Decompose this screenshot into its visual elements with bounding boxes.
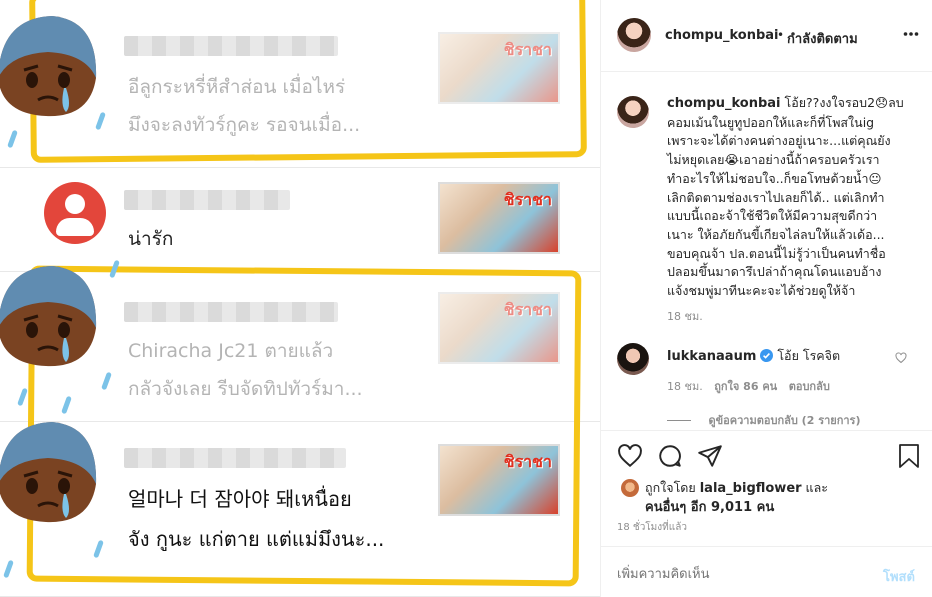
caption-avatar[interactable] xyxy=(617,96,649,128)
caption-line: ไม่หยุดเลย😭เอาอย่างนี้ถ้าครอบครัวเรา xyxy=(667,152,880,168)
caption-username[interactable]: chompu_konbai xyxy=(667,96,781,111)
caption-line: เพราะจะได้ต่างคนต่างอยู่เนาะ...แต่คุณยัง xyxy=(667,133,891,149)
caption-line: คอมเม้นในยูทูปออกให้และก็ที่โพสในig xyxy=(667,114,875,130)
comment-meta: 18 ชม. ถูกใจ 86 คน ตอบกลับ xyxy=(667,377,830,395)
post-header: chompu_konbai • กำลังติดตาม xyxy=(601,0,932,72)
user-avatar xyxy=(44,182,106,244)
follow-status-button[interactable]: กำลังติดตาม xyxy=(787,28,858,49)
caption-line: เนาะ ให้อภัยกันขี้เกียจไล่ลบให้แล้วเด้อ.… xyxy=(667,226,885,242)
photo-comment-text: น่ารัก xyxy=(128,228,174,250)
post-sidebar: chompu_konbai • กำลังติดตาม chompu_konba… xyxy=(600,0,932,597)
post-timestamp: 18 ชั่วโมงที่แล้ว xyxy=(617,522,687,533)
author-avatar[interactable] xyxy=(617,18,651,52)
comment: lukkanaaum โอ้ย โรคจิต xyxy=(667,346,840,366)
send-icon[interactable] xyxy=(697,443,723,469)
add-comment-bar: โพสต์ xyxy=(601,546,932,597)
caption-line: เลิกติดตามช่องเราไปเลยก็ได้.. แต่เลิกทำ xyxy=(667,189,885,205)
crying-sticker-icon xyxy=(0,422,97,523)
video-thumbnail: ชิราชา xyxy=(438,182,560,254)
crying-sticker-icon xyxy=(0,16,97,117)
likes-summary: ถูกใจโดย lala_bigflower และ คนอื่นๆ อีก … xyxy=(645,478,925,517)
caption-line: ปลอมขึ้นมาดารึเปล่าถ้าคุณโดนแอบอ้าง xyxy=(667,264,882,280)
liker-username[interactable]: lala_bigflower xyxy=(700,481,802,496)
comment-input[interactable] xyxy=(617,563,857,585)
caption-line: ทำอะไรให้ไม่ชอบใจ..ก็ขอโทษด้วยน้ำ😐 xyxy=(667,170,882,186)
caption-line: โอ้ย??งงใจรอบ2😞ลบ xyxy=(784,95,904,110)
more-horizontal-icon[interactable] xyxy=(903,26,919,42)
commenter-username[interactable]: lukkanaaum xyxy=(667,349,756,364)
post-image[interactable]: อีลูกระหรี่หีสำส่อน เมื่อไหร่ มึงจะลงทัว… xyxy=(0,0,600,597)
caption-line: แจ้งชมพู่มาทีนะคะจะได้ช่วยดูให้จ้า xyxy=(667,283,856,299)
bookmark-icon[interactable] xyxy=(897,443,921,469)
author-username[interactable]: chompu_konbai xyxy=(665,28,779,43)
photo-comment-row: น่ารัก ชิราชา xyxy=(0,168,600,272)
crying-sticker-icon xyxy=(0,266,97,367)
comment-time: 18 ชม. xyxy=(667,380,703,393)
highlight-box xyxy=(26,265,582,587)
liker-avatar[interactable] xyxy=(621,479,639,497)
header-separator: • xyxy=(777,28,785,42)
comment-likes[interactable]: ถูกใจ 86 คน xyxy=(714,380,777,393)
post-comment-button[interactable]: โพสต์ xyxy=(883,566,915,587)
caption-line: แบบนี้เถอะจ้าใช้ชีวิตให้มีความสุขดีกว่า xyxy=(667,208,878,224)
likes-others-button[interactable]: คนอื่นๆ อีก 9,011 คน xyxy=(645,498,925,517)
view-replies-line xyxy=(667,420,691,421)
comment-text: โอ้ย โรคจิต xyxy=(777,348,841,363)
reply-button[interactable]: ตอบกลับ xyxy=(789,380,830,393)
caption-time: 18 ชม. xyxy=(667,310,703,323)
heart-icon[interactable] xyxy=(617,443,643,469)
caption-line: ขอบคุณจ้า ปล.ตอนนี้ไม่รู้ว่าเป็นคนทำชื่อ xyxy=(667,245,886,261)
action-bar xyxy=(601,430,932,480)
caption: chompu_konbai โอ้ย??งงใจรอบ2😞ลบ คอมเม้นใ… xyxy=(667,94,929,301)
verified-badge-icon xyxy=(760,349,774,362)
commenter-avatar[interactable] xyxy=(617,343,649,375)
blurred-username xyxy=(124,190,290,210)
heart-outline-icon[interactable] xyxy=(895,352,907,364)
view-replies-label: ดูข้อความตอบกลับ (2 รายการ) xyxy=(708,414,861,427)
likes-and: และ xyxy=(805,480,828,495)
likes-prefix: ถูกใจโดย xyxy=(645,480,696,495)
comment-icon[interactable] xyxy=(657,443,683,469)
view-replies-button[interactable]: ดูข้อความตอบกลับ (2 รายการ) xyxy=(667,411,861,429)
highlight-box xyxy=(29,0,587,163)
